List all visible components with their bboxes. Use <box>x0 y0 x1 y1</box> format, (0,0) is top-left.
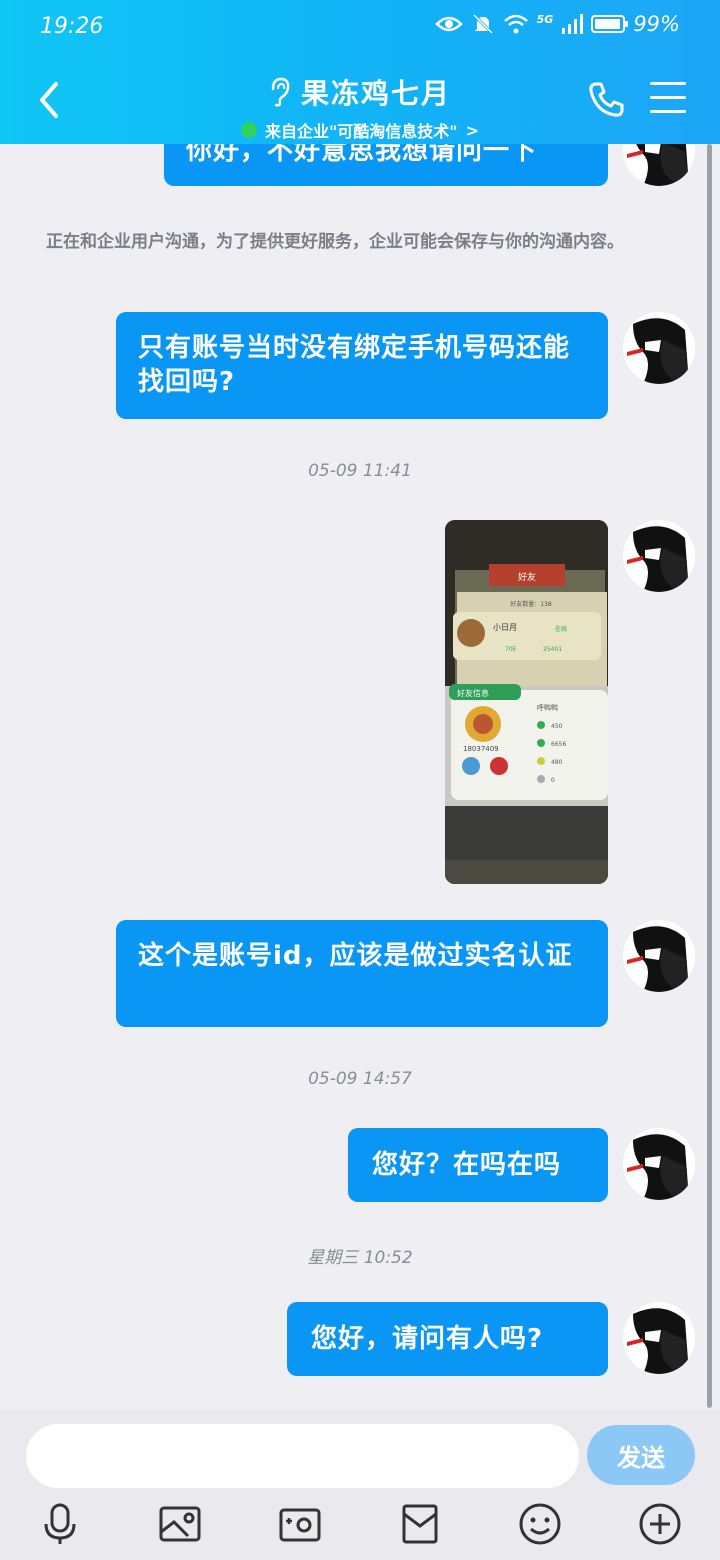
menu-icon-line <box>650 82 686 85</box>
camera-button[interactable] <box>278 1502 322 1546</box>
mute-bell-icon <box>472 13 493 35</box>
message-bubble[interactable]: 这个是账号id，应该是做过实名认证 <box>116 920 608 1027</box>
eye-icon <box>434 16 463 32</box>
svg-text:好友信息: 好友信息 <box>457 688 489 698</box>
menu-icon-line <box>650 96 686 99</box>
plus-icon <box>639 1503 681 1545</box>
avatar[interactable] <box>623 1128 695 1200</box>
photo-album-icon <box>159 1506 201 1542</box>
svg-text:18037409: 18037409 <box>463 745 499 753</box>
enterprise-source[interactable]: 来自企业"可酷淘信息技术" <box>265 118 458 142</box>
status-time: 19:26 <box>40 14 104 39</box>
red-packet-icon <box>402 1504 438 1544</box>
image-message[interactable]: 好友 好友数量：138 小日月 70E 25401 在线 好友信息 呼鸭鸭 18… <box>445 520 608 884</box>
more-button[interactable] <box>638 1502 682 1546</box>
page-title: 果冻鸡七月 <box>300 77 451 110</box>
network-type: 5G <box>536 12 554 26</box>
battery-level: 99% <box>633 12 680 36</box>
avatar[interactable] <box>623 920 695 992</box>
photo-tab-text: 好友 <box>518 571 536 583</box>
message-bubble[interactable]: 只有账号当时没有绑定手机号码还能找回吗? <box>116 312 608 419</box>
status-icons: 5G 99% <box>434 12 680 36</box>
message-bubble[interactable]: 您好，请问有人吗? <box>287 1302 608 1376</box>
voice-button[interactable] <box>38 1502 82 1546</box>
call-button[interactable] <box>586 80 626 120</box>
svg-text:0: 0 <box>551 777 555 784</box>
chat-area: 你好，不好意思我想请问一下 正在和企业用户沟通，为了提供更好服务，企业可能会保存… <box>0 0 720 1410</box>
emoji-button[interactable] <box>518 1502 562 1546</box>
emoji-icon <box>519 1503 561 1545</box>
avatar[interactable] <box>623 1302 695 1374</box>
menu-icon-line <box>650 110 686 113</box>
message-input[interactable] <box>26 1424 579 1488</box>
svg-text:70E: 70E <box>505 646 517 653</box>
online-status-dot <box>240 122 257 138</box>
ear-icon <box>271 77 290 107</box>
red-packet-button[interactable] <box>398 1502 442 1546</box>
svg-text:450: 450 <box>551 723 563 730</box>
svg-text:小日月: 小日月 <box>493 623 517 632</box>
timestamp: 星期三 10:52 <box>307 1248 413 1268</box>
phone-icon <box>589 82 624 117</box>
microphone-icon <box>44 1503 76 1544</box>
svg-text:好友数量：138: 好友数量：138 <box>510 600 552 608</box>
chat-header: 19:26 5G 99% 果冻鸡七月 来自企业"可酷淘信息技术" > <box>0 0 720 144</box>
battery-icon <box>591 15 629 33</box>
svg-text:在线: 在线 <box>555 625 567 633</box>
scrollbar[interactable] <box>707 144 712 1408</box>
svg-text:25401: 25401 <box>543 646 562 653</box>
svg-text:呼鸭鸭: 呼鸭鸭 <box>537 703 558 712</box>
send-button[interactable]: 发送 <box>587 1425 695 1485</box>
input-area: 发送 <box>0 1410 720 1560</box>
timestamp: 05-09 11:41 <box>308 461 412 481</box>
svg-text:6656: 6656 <box>551 741 566 748</box>
signal-icon <box>562 14 584 34</box>
avatar[interactable] <box>623 312 695 384</box>
album-button[interactable] <box>158 1502 202 1546</box>
menu-button[interactable] <box>650 82 686 114</box>
message-bubble[interactable]: 您好？在吗在吗 <box>348 1128 608 1202</box>
timestamp: 05-09 14:57 <box>308 1069 412 1089</box>
svg-text:480: 480 <box>551 759 563 766</box>
avatar[interactable] <box>623 520 695 592</box>
wifi-icon <box>503 14 528 34</box>
enterprise-notice: 正在和企业用户沟通，为了提供更好服务，企业可能会保存与你的沟通内容。 <box>46 232 624 252</box>
camera-icon <box>279 1508 321 1542</box>
chevron-right-icon: > <box>465 120 480 140</box>
